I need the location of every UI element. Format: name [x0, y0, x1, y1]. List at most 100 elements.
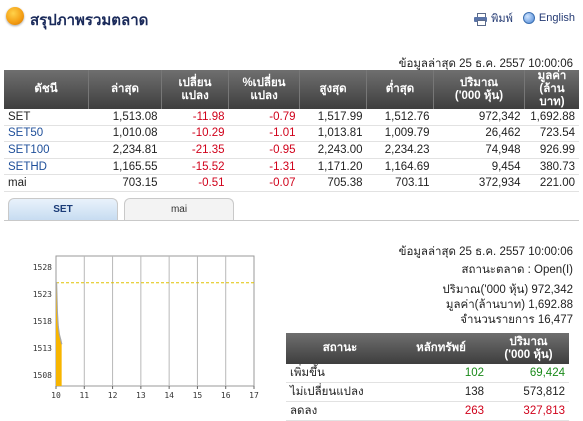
english-label: English: [538, 12, 575, 24]
plot-area: [55, 255, 255, 387]
change-value: -21.35: [161, 141, 229, 159]
x-tick-label: 13: [136, 391, 146, 400]
data-point: [61, 343, 63, 345]
print-label: พิมพ์: [491, 13, 513, 25]
x-tick-label: 16: [221, 391, 231, 400]
col-status: สถานะ: [286, 333, 394, 364]
pct-change-value: -0.95: [228, 141, 300, 159]
data-point: [55, 282, 58, 284]
data-point: [57, 325, 59, 328]
index-link-set100[interactable]: SET100: [4, 141, 89, 159]
y-tick-label: 1518: [33, 317, 52, 326]
value-value: 723.54: [524, 125, 579, 143]
col-index: ดัชนี: [4, 70, 89, 109]
data-point: [60, 339, 62, 341]
index-link-sethd[interactable]: SETHD: [4, 158, 89, 176]
high-value: 2,243.00: [299, 141, 367, 159]
low-value: 1,512.76: [366, 109, 434, 126]
index-link-set50[interactable]: SET50: [4, 125, 89, 143]
index-name: mai: [4, 174, 89, 192]
low-value: 1,009.79: [366, 125, 434, 143]
last-value: 2,234.81: [88, 141, 162, 159]
advance-decline-table: สถานะ หลักทรัพย์ ปริมาณ ('000 หุ้น) เพิ่ม…: [286, 333, 569, 421]
status-label: ไม่เปลี่ยนแปลง: [286, 382, 394, 402]
col-last: ล่าสุด: [88, 70, 162, 109]
low-value: 2,234.23: [366, 141, 434, 159]
market-status: สถานะตลาด : Open(I): [461, 264, 574, 276]
print-button[interactable]: พิมพ์: [474, 9, 513, 27]
table-row: SET 1,513.08 -11.98 -0.79 1,517.99 1,512…: [4, 109, 579, 126]
col-securities: หลักทรัพย์: [394, 333, 488, 364]
y-tick-label: 1528: [33, 263, 52, 272]
header-toolbar: พิมพ์ English: [474, 9, 575, 27]
status-volume: 69,424: [488, 364, 569, 383]
data-point: [56, 312, 59, 314]
y-tick-label: 1508: [33, 371, 52, 380]
page-header: สรุปภาพรวมตลาด พิมพ์ English: [0, 0, 583, 34]
tab-set[interactable]: SET: [8, 198, 118, 220]
volume-value: 9,454: [433, 158, 525, 176]
stat-table-header: สถานะ หลักทรัพย์ ปริมาณ ('000 หุ้น): [286, 333, 569, 364]
table-row: mai 703.15 -0.51 -0.07 705.38 703.11 372…: [4, 174, 579, 192]
x-tick-label: 15: [193, 391, 203, 400]
printer-icon: [474, 12, 488, 26]
change-value: -11.98: [161, 109, 229, 126]
pct-change-value: -0.07: [228, 174, 300, 192]
y-tick-label: 1513: [33, 344, 52, 353]
table-row: ไม่เปลี่ยนแปลง 138 573,812: [286, 382, 569, 402]
change-value: -10.29: [161, 125, 229, 143]
high-value: 1,517.99: [299, 109, 367, 126]
volume-value: 972,342: [433, 109, 525, 126]
x-tick-label: 14: [164, 391, 174, 400]
x-tick-label: 12: [108, 391, 118, 400]
intraday-index-chart: 10 11 12 13 14 15 16 17 1528 1523 1518 1513 1508: [33, 255, 259, 400]
globe-icon: [522, 12, 535, 24]
high-value: 705.38: [299, 174, 367, 192]
col-pct-change: %เปลี่ยน แปลง: [228, 70, 300, 109]
index-name: SET: [4, 109, 89, 126]
value-value: 926.99: [524, 141, 579, 159]
data-point: [58, 333, 60, 336]
volume-value: 372,934: [433, 174, 525, 192]
col-stat-volume: ปริมาณ ('000 หุ้น): [488, 333, 569, 364]
last-value: 1,010.08: [88, 125, 162, 143]
y-tick-label: 1523: [33, 290, 52, 299]
total-trades: จำนวนรายการ 16,477: [460, 314, 573, 326]
english-link[interactable]: English: [522, 12, 575, 24]
col-low: ต่ำสุด: [366, 70, 434, 109]
high-value: 1,171.20: [299, 158, 367, 176]
pct-change-value: -1.31: [228, 158, 300, 176]
last-value: 703.15: [88, 174, 162, 192]
table-row: ลดลง 263 327,813: [286, 401, 569, 421]
status-label: ลดลง: [286, 401, 394, 421]
high-value: 1,013.81: [299, 125, 367, 143]
pct-change-value: -1.01: [228, 125, 300, 143]
table-row: SET50 1,010.08 -10.29 -1.01 1,013.81 1,0…: [4, 125, 579, 143]
low-value: 703.11: [366, 174, 434, 192]
securities-count: 263: [394, 401, 488, 421]
col-volume: ปริมาณ ('000 หุ้น): [433, 70, 525, 109]
page-title: สรุปภาพรวมตลาด: [30, 12, 149, 29]
col-change: เปลี่ยน แปลง: [161, 70, 229, 109]
x-tick-label: 11: [79, 391, 89, 400]
table-row: SETHD 1,165.55 -15.52 -1.31 1,171.20 1,1…: [4, 158, 579, 176]
change-value: -0.51: [161, 174, 229, 192]
col-high: สูงสุด: [299, 70, 367, 109]
volume-value: 74,948: [433, 141, 525, 159]
col-value: มูลค่า (ล้านบาท): [524, 70, 579, 109]
market-logo-icon: [6, 7, 24, 25]
table-row: เพิ่มขึ้น 102 69,424: [286, 364, 569, 383]
x-tick-label: 17: [249, 391, 259, 400]
last-value: 1,165.55: [88, 158, 162, 176]
status-volume: 573,812: [488, 382, 569, 402]
last-value: 1,513.08: [88, 109, 162, 126]
value-value: 1,692.88: [524, 109, 579, 126]
table-row: SET100 2,234.81 -21.35 -0.95 2,243.00 2,…: [4, 141, 579, 159]
chart-updated: ข้อมูลล่าสุด 25 ธ.ค. 2557 10:00:06: [398, 246, 573, 258]
tab-mai[interactable]: mai: [124, 198, 234, 220]
status-label: เพิ่มขึ้น: [286, 364, 394, 383]
pct-change-value: -0.79: [228, 109, 300, 126]
market-tabs: SET mai: [4, 198, 579, 221]
securities-count: 138: [394, 382, 488, 402]
market-table-header: ดัชนี ล่าสุด เปลี่ยน แปลง %เปลี่ยน แปลง สู…: [4, 70, 579, 109]
